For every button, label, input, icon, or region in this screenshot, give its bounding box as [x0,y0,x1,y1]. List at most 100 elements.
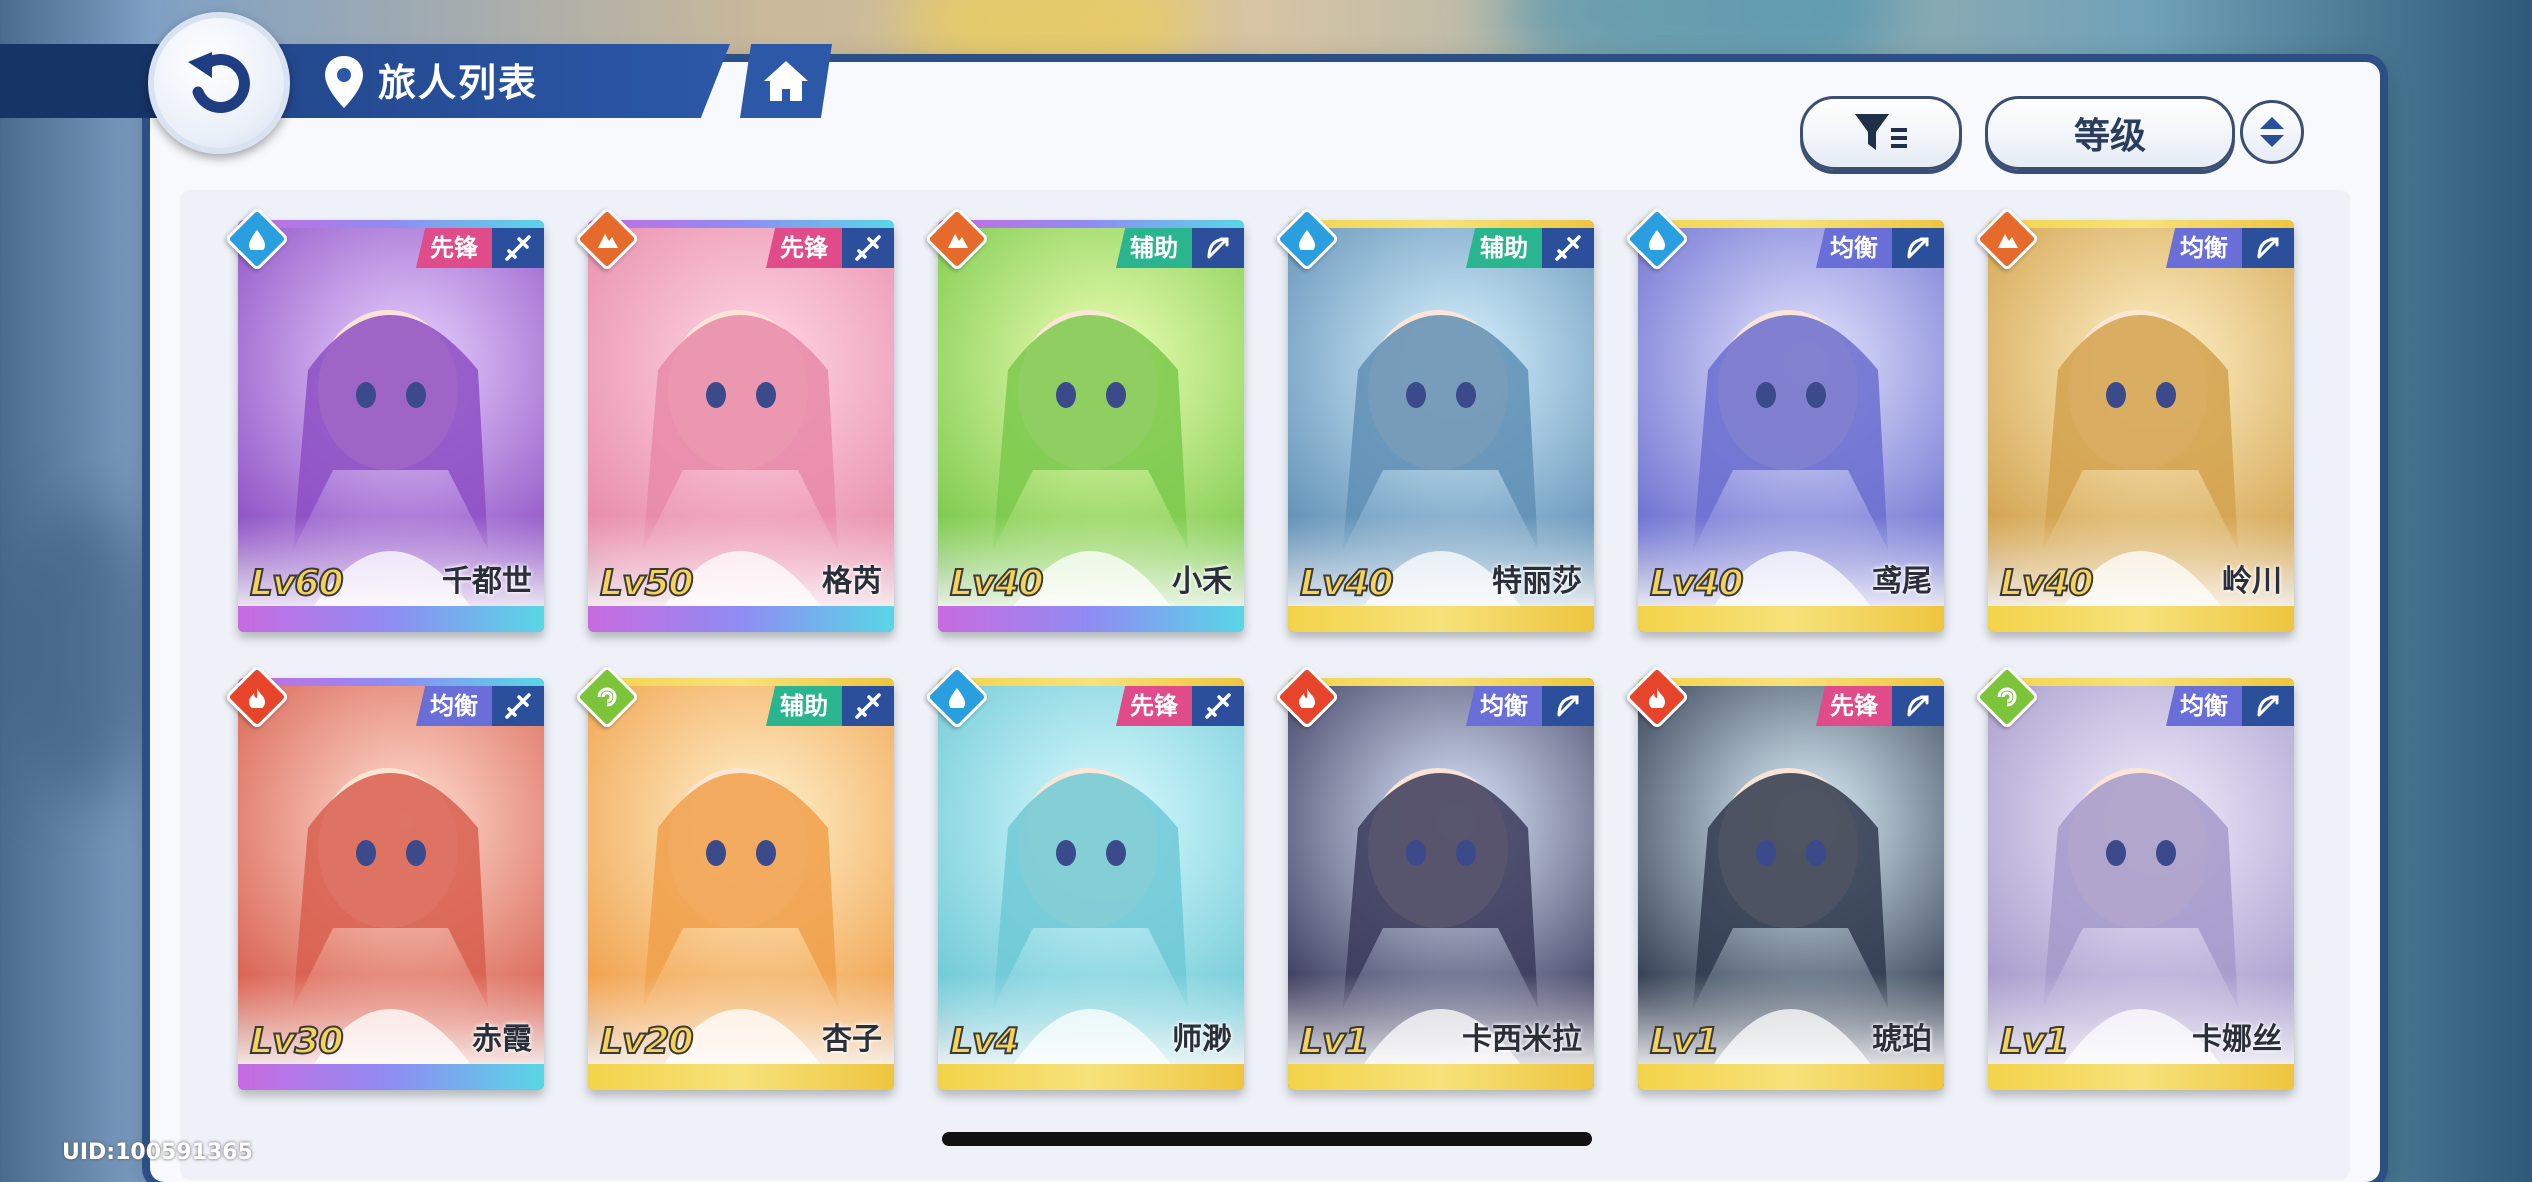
character-name: 卡西米拉 [1462,1022,1582,1057]
weapon-badge [1542,228,1594,268]
element-badge [1274,206,1340,272]
role-badge: 先锋 [1816,686,1892,726]
weapon-badge [842,686,894,726]
weapon-badge [492,228,544,268]
level-label: Lv40 [949,562,1045,605]
earth-icon [948,234,968,248]
role-badge: 先锋 [1116,686,1192,726]
character-card[interactable]: 先锋 Lv60 千都世 [238,220,544,632]
rarity-strip [588,1064,894,1090]
rarity-strip [1288,606,1594,632]
sword-icon [505,235,531,261]
character-card[interactable]: 先锋 Lv1 琥珀 [1638,678,1944,1090]
bow-icon [2257,237,2279,259]
sword-icon [1205,693,1231,719]
character-card[interactable]: 辅助 Lv20 杏子 [588,678,894,1090]
role-badge: 辅助 [1116,228,1192,268]
character-card[interactable]: 均衡 Lv1 卡娜丝 [1988,678,2294,1090]
level-label: Lv20 [599,1020,694,1063]
character-card[interactable]: 辅助 Lv40 小禾 [938,220,1244,632]
filter-button[interactable] [1800,96,1962,170]
water-icon [949,688,965,708]
fire-icon [1649,688,1665,708]
filter-icon [1855,114,1907,150]
role-badge: 均衡 [1816,228,1892,268]
home-button[interactable] [740,44,832,118]
sword-icon [855,693,881,719]
character-card[interactable]: 均衡 Lv40 鸢尾 [1638,220,1944,632]
rarity-strip [588,606,894,632]
character-name: 特丽莎 [1492,564,1582,599]
character-card[interactable]: 均衡 Lv1 卡西米拉 [1288,678,1594,1090]
level-label: Lv1 [1299,1020,1370,1063]
wind-icon [1997,687,2017,707]
rarity-strip [1988,1064,2294,1090]
weapon-badge [1192,228,1244,268]
bow-icon [1907,695,1929,717]
bow-icon [1907,237,1929,259]
level-label: Lv40 [1999,562,2094,605]
sword-icon [1555,235,1581,261]
element-badge [1274,664,1340,730]
sort-level-button[interactable]: 等级 [1985,96,2235,170]
rarity-strip [1638,1064,1944,1090]
weapon-badge [842,228,894,268]
element-badge [574,664,640,730]
character-card[interactable]: 先锋 Lv50 格芮 [588,220,894,632]
weapon-badge [1892,686,1944,726]
home-icon [764,61,808,101]
character-name: 卡娜丝 [2192,1022,2282,1057]
rarity-strip [938,606,1244,632]
character-card[interactable]: 辅助 Lv40 特丽莎 [1288,220,1594,632]
user-id-label: UID:100591365 [62,1140,253,1165]
bow-icon [1207,237,1229,259]
fire-icon [1299,688,1315,708]
character-name: 琥珀 [1872,1022,1932,1057]
role-badge: 均衡 [1466,686,1542,726]
earth-icon [598,234,618,248]
character-name: 千都世 [442,564,532,599]
location-pin-icon [325,56,363,108]
back-button[interactable] [148,12,290,154]
water-icon [1649,230,1665,250]
back-arrow-icon [188,52,250,113]
rarity-strip [1988,606,2294,632]
weapon-badge [1892,228,1944,268]
rarity-strip [238,1064,544,1090]
role-badge: 先锋 [416,228,492,268]
rarity-strip [1288,1064,1594,1090]
weapon-badge [492,686,544,726]
weapon-badge [1542,686,1594,726]
role-badge: 辅助 [766,686,842,726]
character-card[interactable]: 先锋 Lv4 师渺 [938,678,1244,1090]
bow-icon [1557,695,1579,717]
sword-icon [505,693,531,719]
water-icon [249,230,265,250]
sort-order-toggle[interactable] [2240,100,2304,164]
level-label: Lv30 [249,1020,345,1063]
character-name: 岭川 [2222,564,2282,599]
character-name: 格芮 [822,564,882,599]
level-label: Lv1 [1999,1020,2070,1063]
character-name: 小禾 [1172,564,1232,599]
character-card[interactable]: 均衡 Lv30 赤霞 [238,678,544,1090]
weapon-badge [2242,228,2294,268]
sort-ascending-icon [2260,117,2284,129]
role-badge: 辅助 [1466,228,1542,268]
role-badge: 均衡 [2166,228,2242,268]
character-name: 杏子 [822,1022,882,1057]
element-badge [1624,664,1690,730]
rarity-strip [238,606,544,632]
home-indicator-bar[interactable] [942,1132,1592,1146]
character-name: 师渺 [1172,1022,1232,1057]
level-label: Lv4 [949,1020,1020,1063]
element-badge [1974,206,2040,272]
level-label: Lv50 [599,562,694,605]
element-badge [224,664,290,730]
page-title: 旅人列表 [378,61,539,105]
header-bar-left [0,44,160,118]
sort-descending-icon [2260,135,2284,147]
character-card[interactable]: 均衡 Lv40 岭川 [1988,220,2294,632]
role-badge: 均衡 [416,686,492,726]
level-label: Lv60 [249,562,345,605]
